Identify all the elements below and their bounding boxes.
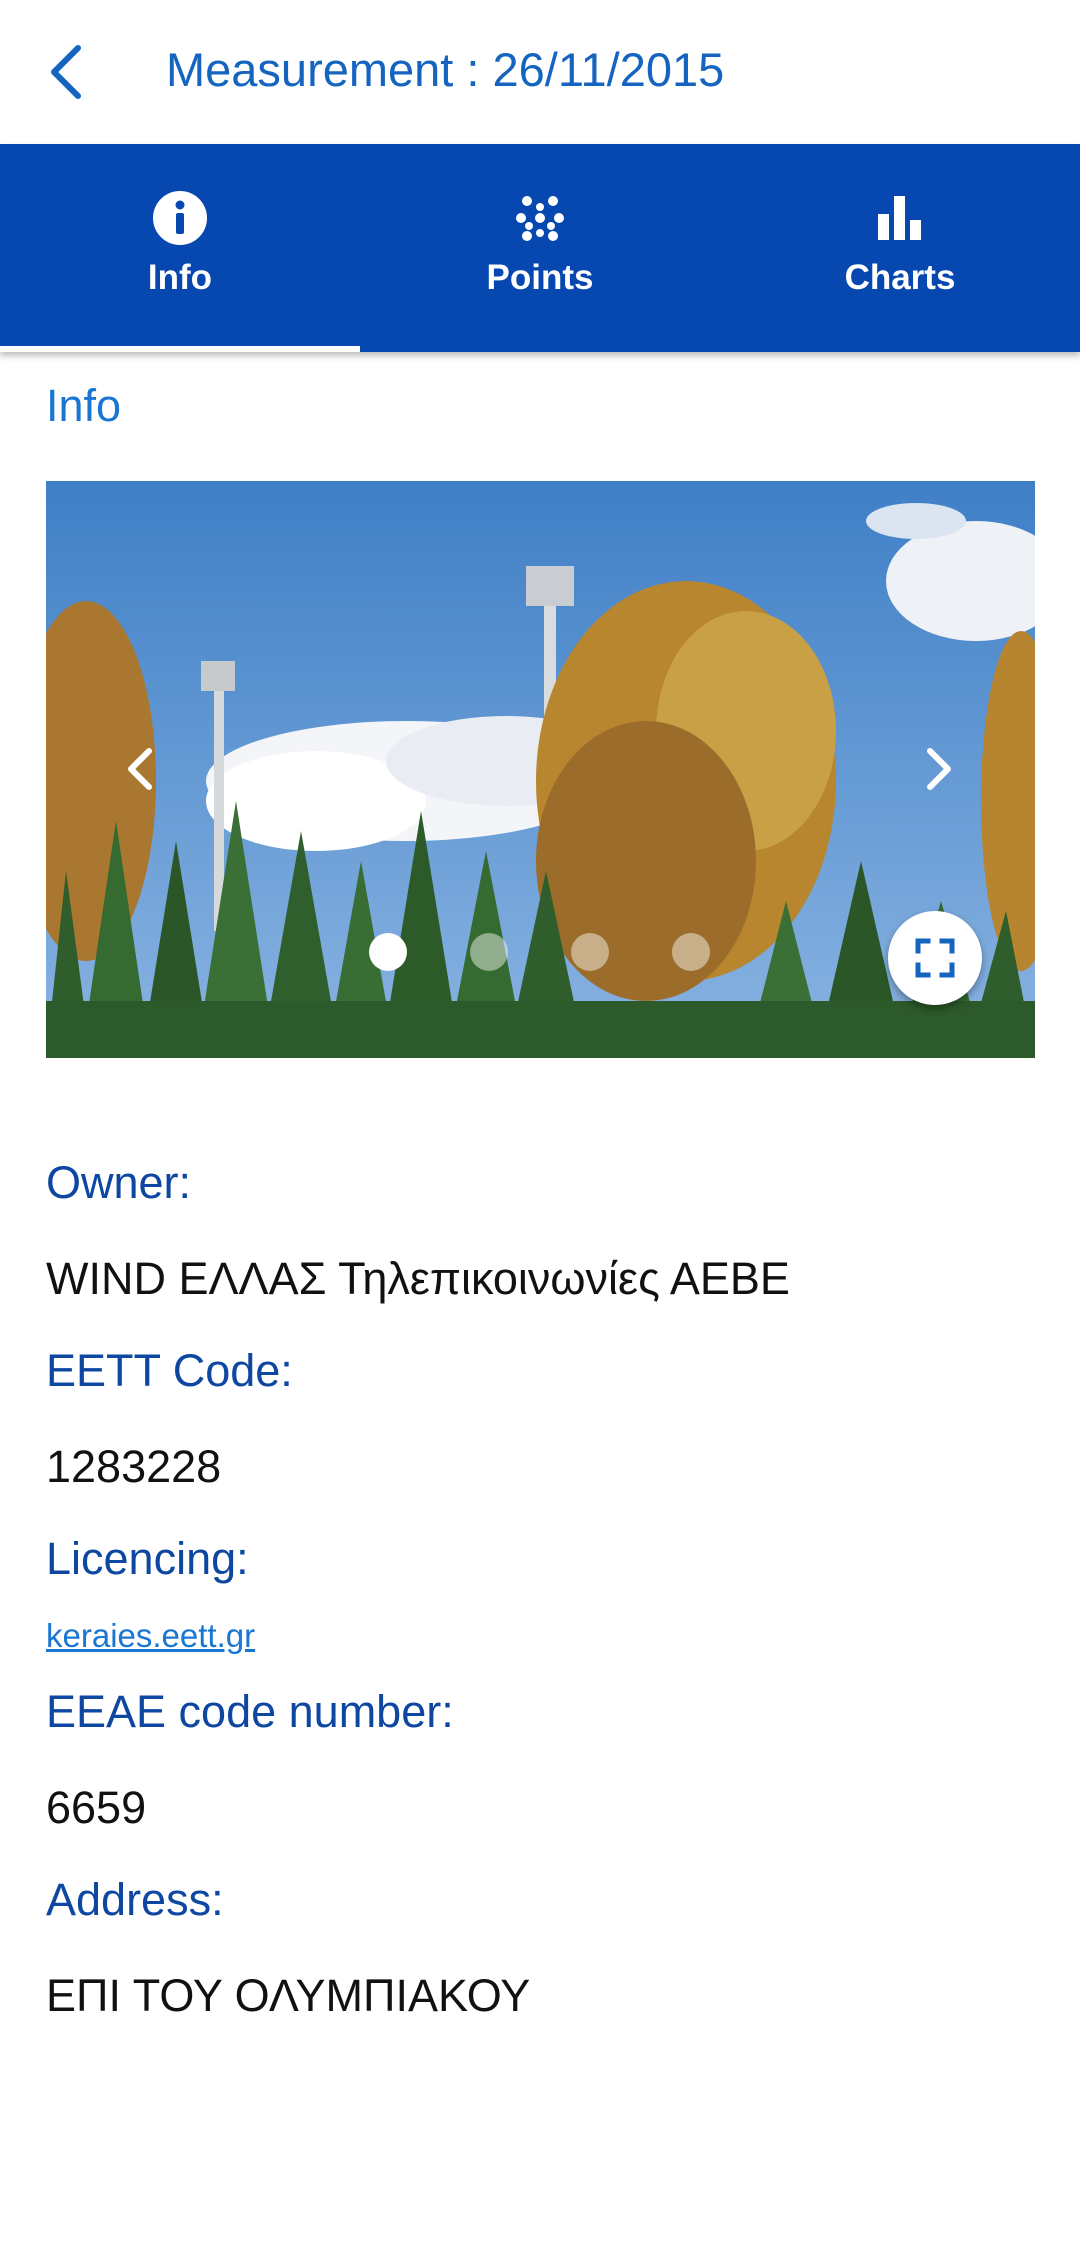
chevron-right-icon (927, 748, 951, 790)
carousel-next-button[interactable] (899, 729, 979, 809)
carousel-dot-1[interactable] (369, 933, 407, 971)
tab-points[interactable]: Points (360, 144, 720, 352)
info-list: Owner: WIND ΕΛΛΑΣ Τηλεπικοινωνίες ΑΕΒΕ E… (46, 1140, 1036, 2022)
eett-code-value: 1283228 (46, 1441, 222, 1492)
dots-grid-icon (512, 190, 568, 246)
carousel-pagination (46, 933, 1035, 973)
carousel-prev-button[interactable] (100, 729, 180, 809)
eett-code-label: EETT Code: (46, 1345, 293, 1396)
app-bar: Measurement : 26/11/2015 (0, 0, 1080, 144)
bar-chart-icon (872, 190, 928, 246)
address-label: Address: (46, 1874, 224, 1925)
tab-info-label: Info (147, 258, 213, 297)
back-button[interactable] (36, 34, 96, 110)
chevron-left-icon (128, 748, 152, 790)
owner-label: Owner: (46, 1157, 192, 1208)
eeae-code-value: 6659 (46, 1782, 147, 1833)
section-title: Info (46, 380, 122, 431)
carousel-dot-2[interactable] (470, 933, 508, 971)
tab-info[interactable]: Info (0, 144, 360, 352)
tab-points-label: Points (486, 258, 594, 297)
carousel-dot-4[interactable] (672, 933, 710, 971)
tab-indicator (0, 346, 360, 352)
page-title: Measurement : 26/11/2015 (166, 43, 725, 96)
fullscreen-button[interactable] (888, 911, 982, 1005)
address-value: ΕΠΙ ΤΟΥ ΟΛΥΜΠΙΑΚΟΥ (46, 1970, 531, 2021)
info-circle-icon (152, 190, 208, 246)
chevron-left-icon (51, 45, 81, 99)
tab-bar: Info Points Charts (0, 144, 1080, 352)
tab-charts-label: Charts (844, 258, 956, 297)
image-carousel[interactable] (46, 481, 1035, 1058)
eeae-code-label: EEAE code number: (46, 1686, 454, 1737)
carousel-dot-3[interactable] (571, 933, 609, 971)
owner-value: WIND ΕΛΛΑΣ Τηλεπικοινωνίες ΑΕΒΕ (46, 1253, 790, 1304)
licencing-link[interactable]: keraies.eett.gr (46, 1616, 1036, 1656)
fullscreen-icon (915, 938, 955, 978)
licencing-label: Licencing: (46, 1533, 249, 1584)
tab-charts[interactable]: Charts (720, 144, 1080, 352)
